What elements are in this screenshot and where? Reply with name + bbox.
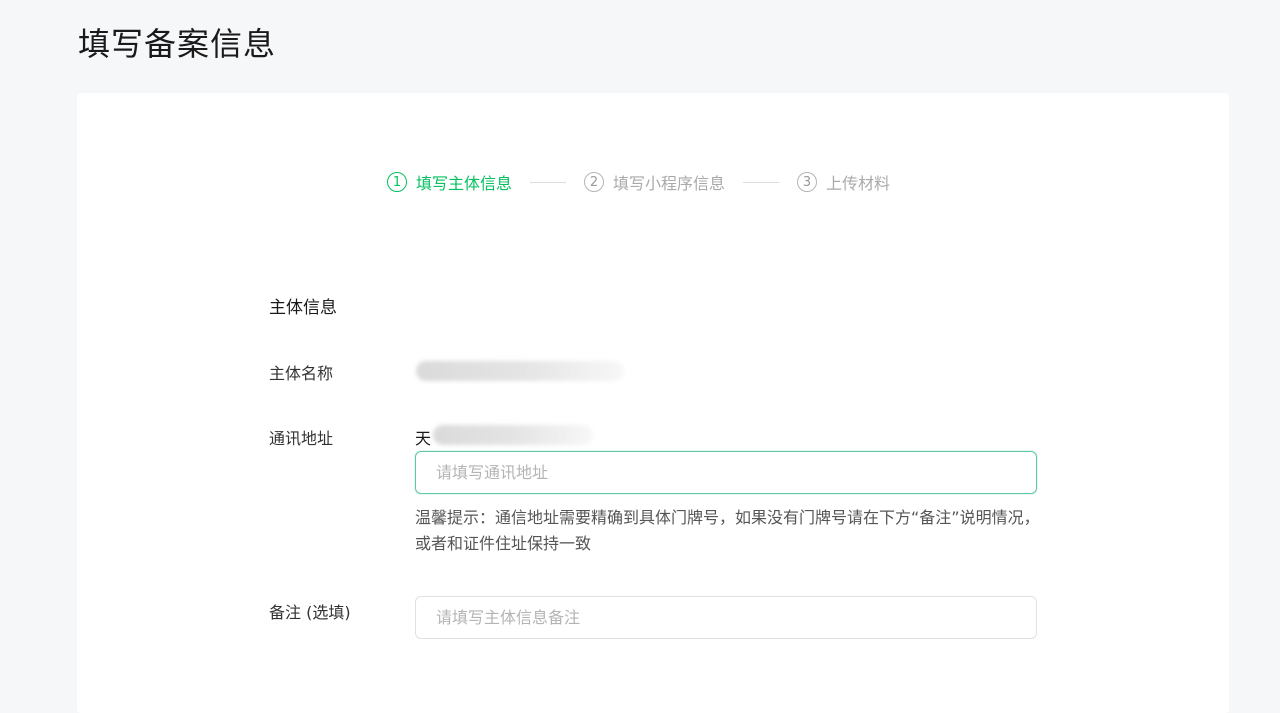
address-label: 通讯地址 <box>269 429 334 448</box>
step-indicator: 1 填写主体信息 2 填写小程序信息 3 上传材料 <box>387 170 890 194</box>
address-value-prefix: 天 <box>415 429 432 448</box>
subject-name-value-redacted <box>416 361 624 381</box>
step-2-label: 填写小程序信息 <box>613 174 726 193</box>
remark-label: 备注 (选填) <box>269 603 351 622</box>
remark-input[interactable] <box>415 596 1037 639</box>
step-3: 3 上传材料 <box>797 170 890 194</box>
address-input[interactable] <box>415 451 1037 494</box>
address-hint: 温馨提示：通信地址需要精确到具体门牌号，如果没有门牌号请在下方“备注”说明情况，… <box>415 508 1040 553</box>
step-1-number-icon: 1 <box>387 172 407 192</box>
step-3-label: 上传材料 <box>826 174 891 193</box>
step-2: 2 填写小程序信息 <box>584 170 725 194</box>
step-divider <box>743 181 780 183</box>
step-1: 1 填写主体信息 <box>387 170 512 194</box>
address-value-redacted <box>433 425 593 445</box>
step-1-label: 填写主体信息 <box>416 174 513 193</box>
section-title: 主体信息 <box>269 298 337 318</box>
step-3-number-icon: 3 <box>797 172 818 192</box>
step-divider <box>530 181 567 183</box>
page-title: 填写备案信息 <box>78 25 277 63</box>
subject-name-label: 主体名称 <box>269 364 334 383</box>
step-2-number-icon: 2 <box>584 172 605 192</box>
